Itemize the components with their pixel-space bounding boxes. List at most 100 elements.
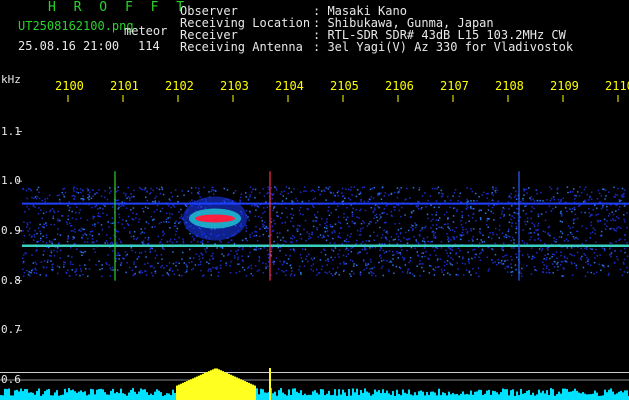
x-tick-label: 2109 [550, 79, 579, 93]
histogram-bar [342, 389, 344, 400]
histogram-bar [20, 388, 22, 400]
histogram-bar [534, 395, 536, 400]
histogram-bar [98, 389, 100, 400]
histogram-bar [288, 389, 290, 400]
histogram-bar [624, 390, 626, 400]
histogram-bar [194, 377, 196, 400]
histogram-bar [466, 393, 468, 400]
histogram-bar [322, 389, 324, 400]
histogram-bar [184, 381, 186, 400]
y-tick-label: 0.6 [1, 373, 21, 386]
histogram-bar [620, 390, 622, 400]
histogram-bar [286, 395, 288, 400]
histogram-bar [218, 369, 220, 400]
histogram-bar [38, 388, 40, 400]
histogram-bar [434, 392, 436, 400]
histogram-bar [222, 371, 224, 400]
histogram-bar [510, 390, 512, 400]
histogram-bar [240, 379, 242, 400]
y-tick-label: 1.1 [1, 124, 21, 138]
histogram-bar [594, 390, 596, 400]
histogram-bar [120, 388, 122, 400]
histogram-bar [88, 394, 90, 400]
histogram-bar [614, 394, 616, 400]
histogram-bar [248, 382, 250, 400]
histogram-bar [564, 388, 566, 400]
histogram-bar [532, 392, 534, 400]
histogram-bar [82, 392, 84, 400]
x-tick-label: 2110 [605, 79, 629, 93]
histogram-bar [80, 390, 82, 400]
histogram-bar [374, 389, 376, 400]
histogram-bar [24, 389, 26, 400]
histogram-bar [432, 391, 434, 400]
histogram-bar [344, 392, 346, 400]
histogram-bar [418, 391, 420, 400]
histogram-bar [262, 389, 264, 400]
x-tick-label: 2106 [385, 79, 414, 93]
histogram-bar [446, 395, 448, 400]
histogram-bar [560, 393, 562, 400]
histogram-bar [238, 378, 240, 400]
histogram-bar [364, 388, 366, 400]
histogram-bar [504, 389, 506, 400]
histogram-bar [440, 395, 442, 400]
histogram-bar [540, 392, 542, 400]
histogram-bar [52, 395, 54, 400]
histogram-bar [198, 375, 200, 400]
histogram-bar [476, 391, 478, 400]
histogram-bar [204, 372, 206, 400]
histogram-bar [188, 380, 190, 400]
histogram-bar [278, 390, 280, 400]
histogram-bar [338, 389, 340, 400]
histogram-bar [6, 389, 8, 400]
histogram-bar [592, 393, 594, 400]
histogram-bar [190, 379, 192, 400]
histogram-bar [274, 391, 276, 400]
histogram-bar [260, 388, 262, 400]
histogram-bar [584, 393, 586, 400]
histogram-bar [356, 388, 358, 400]
histogram-bar [580, 393, 582, 400]
histogram-bar [26, 389, 28, 400]
histogram-bar [562, 388, 564, 400]
histogram-bar [150, 393, 152, 400]
histogram-bar [524, 393, 526, 400]
histogram-bar [58, 395, 60, 400]
histogram-bar [452, 392, 454, 400]
histogram-bar [92, 389, 94, 400]
histogram-bar [372, 394, 374, 400]
histogram-bar [394, 395, 396, 400]
x-tick-label: 2103 [220, 79, 249, 93]
histogram-bar [370, 395, 372, 400]
histogram-bar [134, 391, 136, 400]
histogram-bar [180, 383, 182, 400]
histogram-bar [210, 370, 212, 400]
histogram-bar [266, 392, 268, 400]
histogram-bar [314, 390, 316, 400]
histogram-bar [220, 370, 222, 400]
histogram-bar [50, 395, 52, 400]
histogram-bar [68, 388, 70, 400]
histogram-bar [318, 394, 320, 400]
histogram-bar [530, 394, 532, 400]
histogram-bar [72, 389, 74, 400]
histogram-bar [518, 395, 520, 400]
histogram-bar [598, 395, 600, 400]
histogram-bar [284, 394, 286, 400]
histogram-bar [212, 369, 214, 400]
x-tick-label: 2104 [275, 79, 304, 93]
histogram-bar [182, 382, 184, 400]
histogram-bar [206, 372, 208, 400]
histogram-bar [32, 392, 34, 400]
histogram-bar [326, 393, 328, 400]
histogram-bar [500, 392, 502, 400]
histogram-bar [426, 391, 428, 400]
histogram-bar [290, 394, 292, 400]
histogram-bar [416, 395, 418, 400]
histogram-bar [516, 391, 518, 400]
histogram-bar [464, 394, 466, 400]
x-tick-label: 2100 [55, 79, 84, 93]
histogram-bar [380, 393, 382, 400]
histogram-bar [214, 368, 216, 400]
